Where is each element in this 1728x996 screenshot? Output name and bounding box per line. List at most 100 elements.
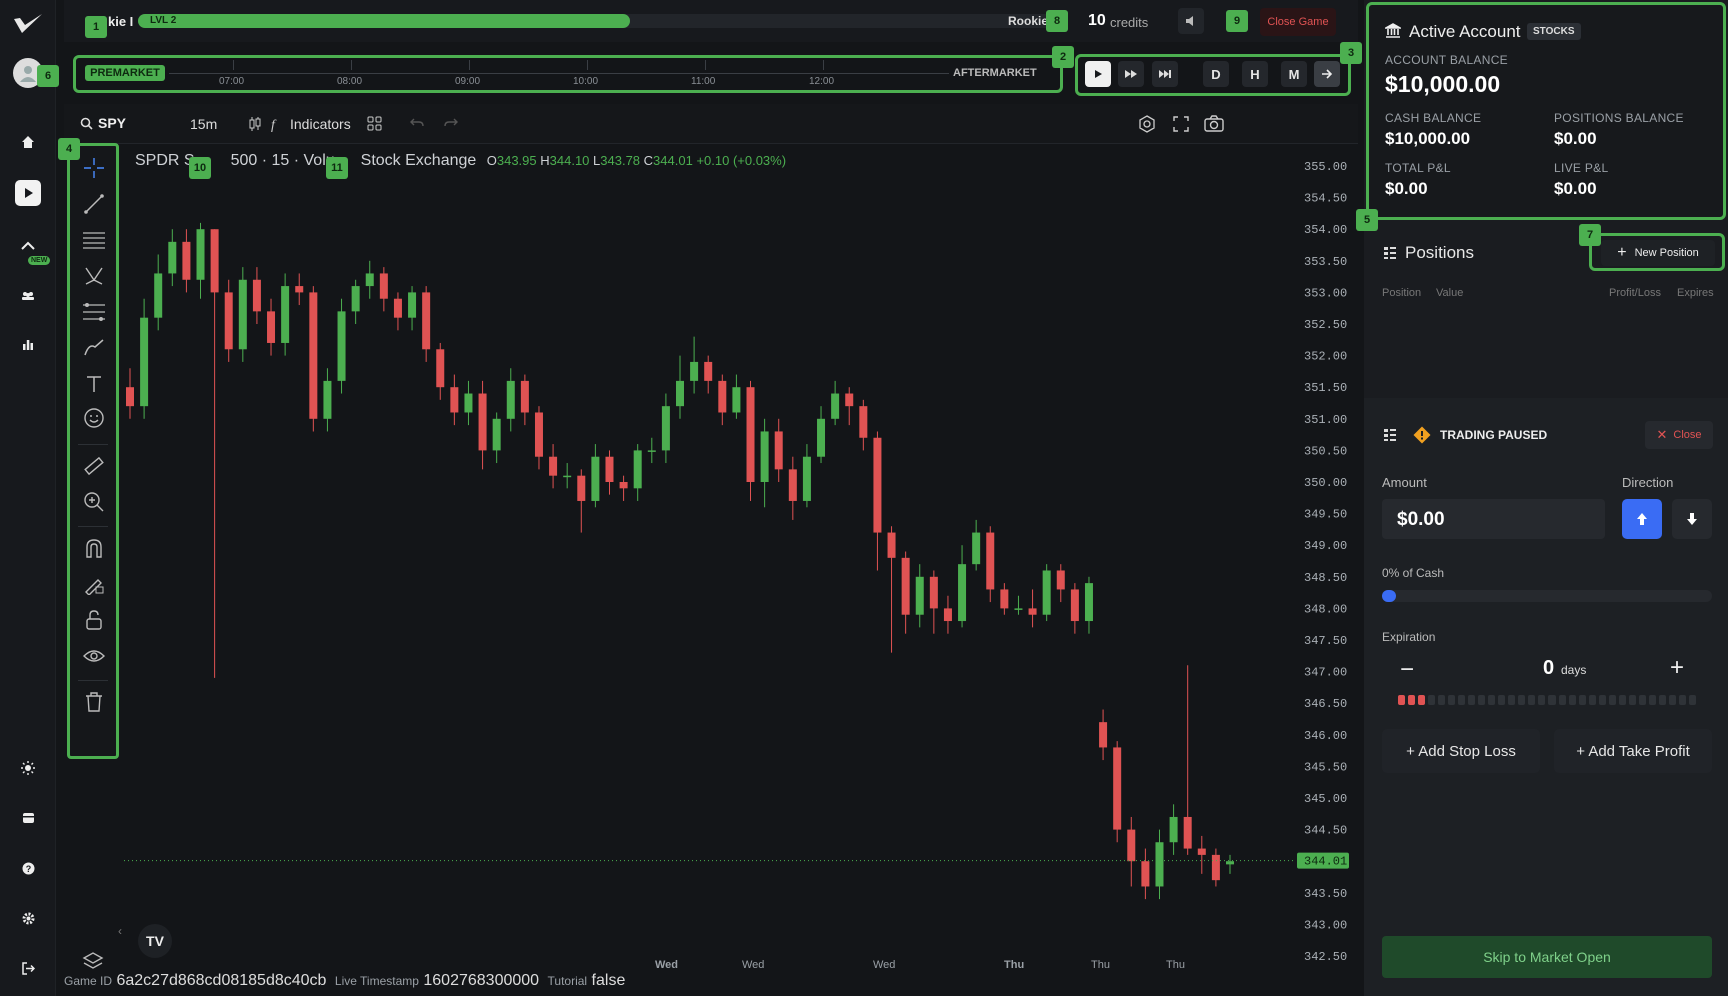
interval-hour-button[interactable]: H bbox=[1242, 61, 1268, 87]
visibility-icon[interactable] bbox=[80, 642, 108, 670]
market-timeline[interactable]: PREMARKET 07:00 08:00 09:00 10:00 11:00 12:00… bbox=[73, 56, 1063, 92]
crosshair-icon[interactable] bbox=[80, 154, 108, 182]
legend-change: +0.10 (+0.03%) bbox=[696, 153, 787, 168]
timeline-tick bbox=[351, 60, 352, 70]
magnet-icon[interactable] bbox=[80, 534, 108, 562]
emoji-icon[interactable] bbox=[80, 404, 108, 432]
camera-icon[interactable] bbox=[1204, 115, 1224, 132]
arrow-right-icon bbox=[1322, 69, 1333, 79]
ruler-icon[interactable] bbox=[80, 452, 108, 480]
candle-body bbox=[831, 393, 840, 419]
fast-forward-button[interactable] bbox=[1118, 61, 1144, 87]
settings-icon[interactable] bbox=[14, 904, 42, 932]
trash-icon[interactable] bbox=[80, 688, 108, 716]
col-value: Value bbox=[1436, 287, 1464, 299]
play-button[interactable] bbox=[1085, 61, 1111, 87]
cash-slider-handle[interactable] bbox=[1382, 590, 1396, 602]
interval-day-button[interactable]: D bbox=[1203, 61, 1229, 87]
tradingview-logo-icon[interactable]: TV bbox=[138, 924, 172, 958]
lock-icon[interactable] bbox=[80, 606, 108, 634]
legend-open: 343.95 bbox=[496, 153, 537, 168]
play-game-icon[interactable] bbox=[15, 180, 41, 206]
candle-body bbox=[506, 380, 515, 419]
candle-type-icon[interactable] bbox=[248, 116, 262, 132]
amount-input[interactable]: $0.00 bbox=[1382, 499, 1605, 539]
redo-icon[interactable] bbox=[444, 117, 458, 129]
candle-body bbox=[1099, 722, 1108, 748]
volume-button[interactable] bbox=[1178, 8, 1204, 34]
home-icon[interactable] bbox=[14, 128, 42, 156]
left-sidebar: NEW ? bbox=[0, 0, 56, 996]
top-bar: kie I LVL 2 Rookie 10 credits Close Game bbox=[64, 0, 1358, 42]
badge-9: 9 bbox=[1226, 10, 1248, 32]
increase-days-button[interactable]: + bbox=[1670, 654, 1684, 682]
bank-icon bbox=[1385, 23, 1401, 38]
time-axis-label: Thu bbox=[1091, 959, 1110, 971]
brush-icon[interactable] bbox=[80, 334, 108, 362]
theme-icon[interactable] bbox=[14, 754, 42, 782]
skip-to-market-open-button[interactable]: Skip to Market Open bbox=[1382, 936, 1712, 978]
candle-body bbox=[901, 557, 910, 615]
new-badge: NEW bbox=[28, 256, 51, 265]
price-axis-label: 351.00 bbox=[1304, 413, 1347, 427]
price-chart[interactable]: 355.00 354.50 354.00 353.50 353.00 352.50 352.… bbox=[120, 144, 1358, 974]
fullscreen-icon[interactable] bbox=[1173, 116, 1189, 132]
candle-body bbox=[154, 273, 163, 318]
stats-icon[interactable] bbox=[14, 330, 42, 358]
direction-up-button[interactable] bbox=[1622, 499, 1662, 539]
badge-8: 8 bbox=[1046, 10, 1068, 32]
zoom-in-icon[interactable] bbox=[80, 488, 108, 516]
decrease-days-button[interactable]: − bbox=[1400, 656, 1414, 684]
help-icon[interactable]: ? bbox=[14, 854, 42, 882]
store-icon[interactable] bbox=[14, 804, 42, 832]
logout-icon[interactable] bbox=[14, 954, 42, 982]
legend-title-b: 500 · 15 · Volu bbox=[230, 152, 335, 169]
price-axis-label: 342.50 bbox=[1304, 950, 1347, 964]
skip-end-button[interactable] bbox=[1152, 61, 1178, 87]
indicators-button[interactable]: Indicators bbox=[290, 116, 351, 132]
logo-icon[interactable] bbox=[12, 10, 44, 38]
expiration-meter-segment bbox=[1468, 695, 1476, 705]
add-stop-loss-button[interactable]: + Add Stop Loss bbox=[1382, 729, 1540, 773]
chart-settings-icon[interactable] bbox=[1138, 115, 1156, 133]
volume-icon bbox=[1185, 16, 1193, 26]
fib-retracement-icon[interactable] bbox=[80, 298, 108, 326]
candle-body bbox=[915, 576, 924, 615]
pitchfork-icon[interactable] bbox=[80, 262, 108, 290]
next-button[interactable] bbox=[1314, 61, 1340, 87]
horizontal-lines-icon[interactable] bbox=[80, 226, 108, 254]
close-game-button[interactable]: Close Game bbox=[1260, 8, 1336, 36]
expiration-meter-segment bbox=[1608, 695, 1616, 705]
undo-icon[interactable] bbox=[410, 117, 424, 129]
text-tool-icon[interactable] bbox=[80, 370, 108, 398]
candle-body bbox=[1197, 848, 1206, 855]
candle-body bbox=[337, 311, 346, 381]
symbol-search[interactable]: SPY bbox=[98, 115, 126, 131]
candle-body bbox=[252, 279, 261, 312]
interval-select[interactable]: 15m bbox=[190, 116, 217, 132]
trend-line-icon[interactable] bbox=[80, 190, 108, 218]
draw-lock-icon[interactable] bbox=[80, 570, 108, 598]
close-trade-button[interactable]: ✕ Close bbox=[1645, 421, 1713, 449]
new-position-button[interactable]: + New Position bbox=[1601, 240, 1715, 266]
candle-body bbox=[1169, 816, 1178, 843]
candle-body bbox=[182, 241, 191, 280]
candle-body bbox=[520, 380, 529, 413]
candle-body bbox=[563, 475, 572, 478]
interval-minute-button[interactable]: M bbox=[1281, 61, 1307, 87]
candle-body bbox=[295, 286, 304, 293]
community-icon[interactable] bbox=[14, 282, 42, 310]
collapse-chevron-icon[interactable]: ‹ bbox=[118, 924, 122, 938]
direction-down-button[interactable] bbox=[1672, 499, 1712, 539]
candle-body bbox=[464, 393, 473, 413]
expiration-meter-segment bbox=[1528, 695, 1536, 705]
price-axis-label: 343.00 bbox=[1304, 918, 1347, 932]
search-icon bbox=[80, 117, 93, 130]
add-take-profit-button[interactable]: + Add Take Profit bbox=[1554, 729, 1712, 773]
cash-slider[interactable] bbox=[1382, 590, 1712, 602]
price-axis-label: 346.50 bbox=[1304, 697, 1347, 711]
layout-grid-icon[interactable] bbox=[367, 116, 382, 131]
list-icon bbox=[1384, 247, 1396, 259]
candle-body bbox=[760, 431, 769, 482]
candle-body bbox=[422, 292, 431, 350]
